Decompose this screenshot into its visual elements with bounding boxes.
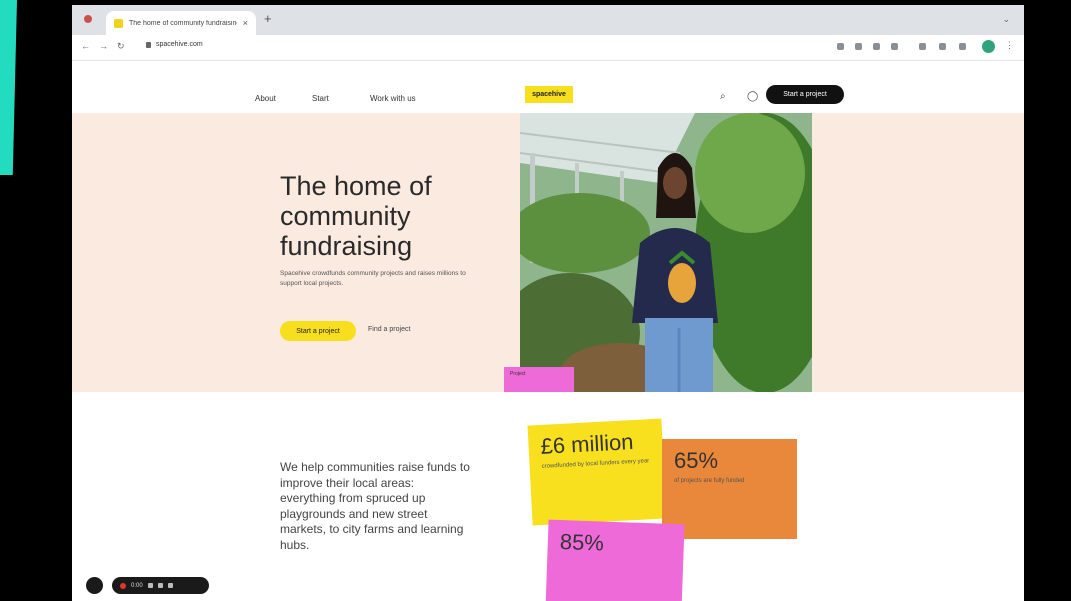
tab-close-icon[interactable]: × xyxy=(243,18,248,28)
stat-value: 85% xyxy=(559,529,605,556)
delete-icon[interactable] xyxy=(167,583,173,588)
stat-card: 85% xyxy=(545,519,685,601)
photo-tag: Project xyxy=(504,367,574,392)
profile-avatar[interactable] xyxy=(982,40,995,53)
stat-card: £6 million crowdfunded by local funders … xyxy=(527,418,667,526)
hero-start-button[interactable]: Start a project xyxy=(280,321,356,341)
new-tab-button[interactable]: + xyxy=(264,12,272,25)
url-text: spacehive.com xyxy=(156,41,203,48)
section-description: We help communities raise funds to impro… xyxy=(280,460,470,552)
back-icon[interactable]: ← xyxy=(81,41,90,51)
hero-find-project-link[interactable]: Find a project xyxy=(368,326,410,333)
recorder-time: 0:00 xyxy=(131,582,143,589)
reload-icon[interactable]: ↻ xyxy=(117,41,125,52)
teal-corner-accent xyxy=(0,0,17,175)
extension-icon[interactable] xyxy=(919,43,926,50)
stat-value: 65% xyxy=(674,448,719,473)
address-bar: ← → ↻ spacehive.com ⋮ xyxy=(72,35,1024,61)
window-close-icon[interactable] xyxy=(84,15,92,23)
pause-icon[interactable] xyxy=(147,583,153,588)
hero-subtitle: Spacehive crowdfunds community projects … xyxy=(280,270,466,287)
tab-search-icon[interactable]: ⌄ xyxy=(1002,14,1010,25)
bookmark-star-icon[interactable] xyxy=(855,43,862,50)
sidepanel-icon[interactable] xyxy=(959,43,966,50)
search-icon[interactable]: ⌕ xyxy=(720,91,726,102)
nav-work-with-us[interactable]: Work with us xyxy=(370,94,416,103)
hero-title: The home of community fundraising xyxy=(280,171,432,261)
forward-icon[interactable]: → xyxy=(99,41,108,51)
browser-menu-icon[interactable]: ⋮ xyxy=(1005,40,1014,51)
hero-photo xyxy=(520,113,812,392)
lock-icon xyxy=(146,41,151,48)
share-icon[interactable] xyxy=(837,43,844,50)
tab-title: The home of community fundraising xyxy=(129,19,237,27)
record-icon[interactable] xyxy=(120,582,126,589)
stat-caption: of projects are fully funded xyxy=(674,478,745,484)
url-field[interactable]: spacehive.com xyxy=(146,41,203,48)
user-icon[interactable]: ◯ xyxy=(747,91,758,102)
nav-start[interactable]: Start xyxy=(312,94,329,103)
stat-value: £6 million xyxy=(539,429,635,459)
start-project-button[interactable]: Start a project xyxy=(766,85,844,104)
extension-icon[interactable] xyxy=(939,43,946,50)
recorder-toolbar: 0:00 xyxy=(112,577,209,594)
stat-caption: crowdfunded by local funders every year xyxy=(541,458,650,470)
recorder-camera-icon[interactable] xyxy=(86,577,103,594)
hero-section: The home of community fundraising Spaceh… xyxy=(72,113,1024,392)
stat-caption xyxy=(559,558,671,562)
extension-icon[interactable] xyxy=(891,43,898,50)
tab-strip: The home of community fundraising × + ⌄ xyxy=(72,5,1024,35)
extension-icon[interactable] xyxy=(873,43,880,50)
about-section: We help communities raise funds to impro… xyxy=(72,392,1024,601)
browser-tab[interactable]: The home of community fundraising × xyxy=(106,11,256,35)
nav-about[interactable]: About xyxy=(255,94,276,103)
browser-window: The home of community fundraising × + ⌄ … xyxy=(72,5,1024,601)
site-header: About Start Work with us spacehive ⌕ ◯ S… xyxy=(72,61,1024,113)
site-logo[interactable]: spacehive xyxy=(525,86,573,103)
stop-icon[interactable] xyxy=(157,583,163,588)
favicon-icon xyxy=(114,18,123,28)
